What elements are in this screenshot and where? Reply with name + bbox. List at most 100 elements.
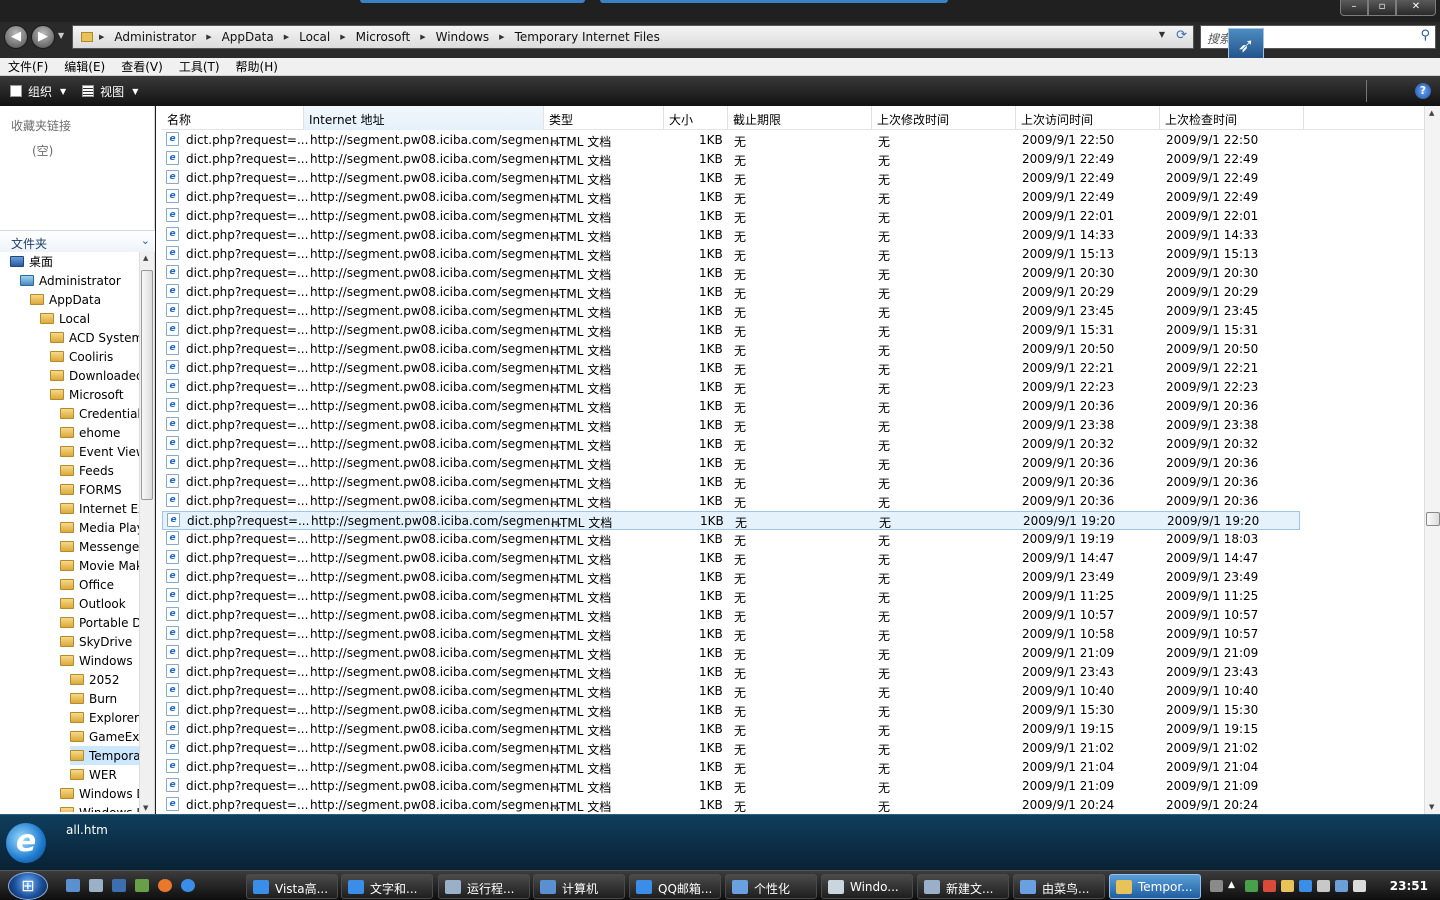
tree-item[interactable]: ehome — [60, 423, 124, 442]
file-row[interactable]: e dict.php?request=... http://segment.pw08… — [162, 606, 1300, 625]
tray-app-icon[interactable] — [1299, 880, 1312, 892]
breadcrumb-arrow-icon[interactable]: ▶ — [340, 33, 345, 41]
chevron-down-icon[interactable]: ⌄ — [141, 234, 150, 247]
file-row[interactable]: e dict.php?request=... http://segment.pw08… — [162, 625, 1300, 644]
switch-windows-icon[interactable] — [89, 879, 103, 892]
tree-item[interactable]: Messenger — [60, 537, 139, 556]
windows-orb-icon[interactable]: ⊞ — [8, 872, 48, 900]
tree-item[interactable]: Microsoft — [50, 385, 128, 404]
file-row[interactable]: e dict.php?request=... http://segment.pw08… — [162, 340, 1300, 359]
column-header[interactable]: 上次检查时间 — [1160, 106, 1304, 130]
tree-item[interactable]: Explorer — [70, 708, 139, 727]
tree-item[interactable]: FORMS — [60, 480, 126, 499]
tree-item[interactable]: Movie Mak — [60, 556, 139, 575]
menu-item[interactable]: 文件(F) — [0, 58, 56, 75]
tree-item[interactable]: Burn — [70, 689, 121, 708]
taskbar-button[interactable]: 运行程... — [438, 874, 530, 899]
tree-item[interactable]: Tempora — [70, 746, 139, 765]
file-row[interactable]: e dict.php?request=... http://segment.pw08… — [162, 378, 1300, 397]
organize-button[interactable]: 组织 ▼ — [10, 83, 72, 100]
tree-item[interactable]: Local — [40, 309, 94, 328]
file-row[interactable]: e dict.php?request=... http://segment.pw08… — [162, 264, 1300, 283]
taskbar-button[interactable]: 个性化 — [725, 874, 817, 899]
tree-item[interactable]: WER — [70, 765, 121, 784]
breadcrumb-arrow-icon[interactable]: ▶ — [284, 33, 289, 41]
tray-app-icon[interactable] — [1263, 880, 1276, 892]
tray-app-icon[interactable] — [1281, 880, 1294, 892]
search-icon[interactable]: ⚲ — [1420, 28, 1430, 43]
file-row[interactable]: e dict.php?request=... http://segment.pw08… — [162, 739, 1300, 758]
file-row[interactable]: e dict.php?request=... http://segment.pw08… — [162, 131, 1300, 150]
taskbar-button[interactable]: 新建文... — [917, 874, 1009, 899]
file-row[interactable]: e dict.php?request=... http://segment.pw08… — [162, 473, 1300, 492]
views-button[interactable]: 视图 ▼ — [82, 83, 144, 100]
keyboard-icon[interactable] — [1210, 880, 1223, 892]
tree-scroll-thumb[interactable] — [141, 270, 153, 500]
tree-item[interactable]: Administrator — [20, 271, 125, 290]
breadcrumb-arrow-icon[interactable]: ▶ — [420, 33, 425, 41]
taskbar-button[interactable]: Vista高... — [246, 874, 338, 899]
file-row[interactable]: e dict.php?request=... http://segment.pw08… — [162, 796, 1300, 814]
column-header[interactable]: 上次修改时间 — [872, 106, 1016, 130]
file-row[interactable]: e dict.php?request=... http://segment.pw08… — [162, 530, 1300, 549]
tree-item[interactable]: AppData — [30, 290, 105, 309]
column-header[interactable]: 大小 — [664, 106, 728, 130]
file-row[interactable]: e dict.php?request=... http://segment.pw08… — [162, 568, 1300, 587]
column-header[interactable]: 类型 — [544, 106, 664, 130]
folders-header[interactable]: 文件夹 ⌄ — [0, 230, 155, 252]
menu-item[interactable]: 编辑(E) — [56, 58, 113, 75]
file-list-scrollbar[interactable]: ▲ ▼ — [1424, 106, 1440, 814]
file-row[interactable]: e dict.php?request=... http://segment.pw08… — [162, 226, 1300, 245]
file-row[interactable]: e dict.php?request=... http://segment.pw08… — [162, 644, 1300, 663]
tree-item[interactable]: Feeds — [60, 461, 118, 480]
recent-pages-dropdown[interactable]: ▼ — [58, 31, 64, 40]
address-dropdown-icon[interactable]: ▼ — [1159, 30, 1165, 39]
breadcrumb-item[interactable]: Windows — [436, 30, 490, 44]
file-row[interactable]: e dict.php?request=... http://segment.pw08… — [162, 777, 1300, 796]
taskbar-button[interactable]: 由菜鸟... — [1013, 874, 1105, 899]
file-row[interactable]: e dict.php?request=... http://segment.pw08… — [162, 492, 1300, 511]
column-header[interactable]: Internet 地址 ⌃ — [304, 106, 544, 130]
tree-item[interactable]: Cooliris — [50, 347, 117, 366]
file-row[interactable]: e dict.php?request=... http://segment.pw08… — [162, 663, 1300, 682]
tree-scrollbar[interactable]: ▲ ▼ — [139, 252, 154, 814]
breadcrumb-arrow-icon[interactable]: ▶ — [206, 33, 211, 41]
tree-item[interactable]: SkyDrive — [60, 632, 136, 651]
internet-explorer-icon[interactable] — [181, 879, 195, 892]
taskbar-button[interactable]: QQ邮箱... — [629, 874, 721, 899]
file-row[interactable]: e dict.php?request=... http://segment.pw08… — [162, 321, 1300, 340]
tree-item[interactable]: Windows — [60, 651, 137, 670]
scroll-down-icon[interactable]: ▼ — [143, 804, 148, 812]
file-row[interactable]: e dict.php?request=... http://segment.pw08… — [162, 188, 1300, 207]
tree-item[interactable]: 桌面 — [10, 252, 57, 271]
file-row[interactable]: e dict.php?request=... http://segment.pw08… — [162, 435, 1300, 454]
back-button[interactable]: ◀ — [4, 25, 28, 49]
quicklaunch-app-icon[interactable] — [112, 879, 126, 892]
menu-item[interactable]: 帮助(H) — [228, 58, 286, 75]
file-row[interactable]: e dict.php?request=... http://segment.pw08… — [162, 701, 1300, 720]
breadcrumb-arrow-icon[interactable]: ▶ — [499, 33, 504, 41]
file-row[interactable]: e dict.php?request=... http://segment.pw08… — [162, 511, 1300, 530]
breadcrumb-item[interactable]: Microsoft — [356, 30, 411, 44]
breadcrumb-item[interactable]: Administrator — [114, 30, 196, 44]
network-icon[interactable] — [1335, 880, 1348, 892]
address-bar[interactable]: ▶ Administrator ▶ AppData ▶ Local ▶ Microsoft ▶… — [72, 25, 1194, 49]
file-row[interactable]: e dict.php?request=... http://segment.pw08… — [162, 150, 1300, 169]
column-header[interactable]: 上次访问时间 — [1016, 106, 1160, 130]
column-header[interactable]: 名称 — [162, 106, 304, 130]
volume-icon[interactable] — [1353, 880, 1366, 892]
menu-item[interactable]: 工具(T) — [171, 58, 228, 75]
tree-item[interactable]: Credentials — [60, 404, 139, 423]
file-row[interactable]: e dict.php?request=... http://segment.pw08… — [162, 207, 1300, 226]
tree-item[interactable]: Downloaded — [50, 366, 139, 385]
minimize-button[interactable]: – — [1340, 0, 1368, 16]
file-row[interactable]: e dict.php?request=... http://segment.pw08… — [162, 758, 1300, 777]
file-row[interactable]: e dict.php?request=... http://segment.pw08… — [162, 359, 1300, 378]
tree-item[interactable]: Portable D — [60, 613, 139, 632]
tree-item[interactable]: GameExp — [70, 727, 139, 746]
file-row[interactable]: e dict.php?request=... http://segment.pw08… — [162, 169, 1300, 188]
breadcrumb-item[interactable]: Temporary Internet Files — [515, 30, 660, 44]
scroll-up-icon[interactable]: ▲ — [143, 254, 148, 262]
tray-app-icon[interactable] — [1317, 880, 1330, 892]
forward-button[interactable]: ▶ — [31, 25, 55, 49]
